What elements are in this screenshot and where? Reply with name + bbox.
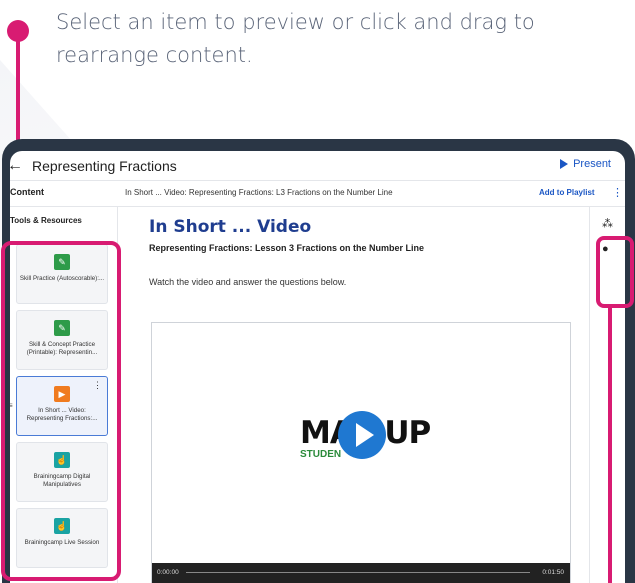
page-title: In Short ... Video	[149, 217, 312, 237]
content-header-bar: Content In Short ... Video: Representing…	[10, 181, 625, 207]
add-to-playlist-link[interactable]: Add to Playlist	[539, 188, 595, 197]
back-arrow-icon[interactable]: ←	[10, 157, 26, 175]
lesson-subtitle: Representing Fractions: Lesson 3 Fractio…	[149, 243, 425, 253]
callout-line-right	[608, 305, 612, 583]
highlight-box-right	[596, 236, 634, 308]
present-button[interactable]: Present	[560, 158, 611, 170]
video-player[interactable]: MAP UP STUDEN 0:00:00 0:01:50	[151, 322, 571, 583]
player-controls: 0:00:00 0:01:50	[152, 563, 570, 583]
instruction-text: Select an item to preview or click and d…	[56, 10, 535, 67]
top-bar: ← Representing Fractions Present	[10, 151, 625, 181]
more-options-icon[interactable]: ⋮	[612, 186, 623, 199]
breadcrumb: In Short ... Video: Representing Fractio…	[125, 188, 393, 197]
highlight-box-left	[1, 241, 121, 581]
content-tab[interactable]: Content	[10, 187, 44, 197]
present-label: Present	[573, 158, 611, 170]
group-icon[interactable]: ⁂	[602, 217, 613, 230]
progress-track[interactable]	[186, 572, 530, 573]
play-button[interactable]	[338, 411, 386, 459]
tools-resources-tab[interactable]: Tools & Resources	[10, 216, 82, 225]
logo-subtext: STUDEN	[300, 449, 342, 460]
video-instruction: Watch the video and answer the questions…	[149, 277, 347, 287]
play-icon	[355, 423, 374, 447]
app-title: Representing Fractions	[32, 157, 177, 174]
duration: 0:01:50	[542, 569, 564, 576]
preview-pane: In Short ... Video Representing Fraction…	[119, 207, 589, 583]
present-play-icon	[560, 159, 569, 169]
video-logo: MAP UP STUDEN	[266, 405, 446, 475]
current-time: 0:00:00	[157, 569, 179, 576]
